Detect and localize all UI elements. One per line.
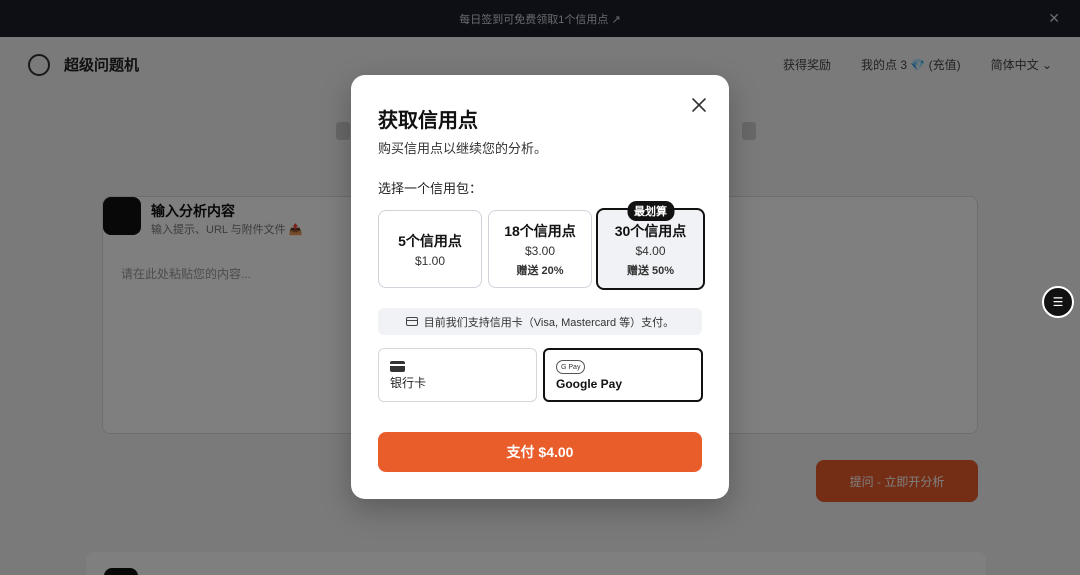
pay-button[interactable]: 支付 $4.00 bbox=[378, 432, 702, 472]
package-name: 5个信用点 bbox=[398, 232, 462, 249]
modal-title: 获取信用点 bbox=[378, 110, 478, 132]
floating-menu-button[interactable]: ☰ bbox=[1042, 286, 1074, 318]
package-option-18[interactable]: 18个信用点 $3.00 赠送 20% bbox=[488, 210, 592, 288]
modal-subtitle: 购买信用点以继续您的分析。 bbox=[378, 141, 548, 156]
package-name: 30个信用点 bbox=[614, 222, 687, 239]
package-option-5[interactable]: 5个信用点 $1.00 bbox=[378, 210, 482, 288]
payment-option-card[interactable]: 银行卡 bbox=[378, 348, 537, 402]
package-label: 选择一个信用包： bbox=[378, 181, 483, 196]
menu-icon: ☰ bbox=[1052, 295, 1064, 309]
payment-note: 目前我们支持信用卡（Visa, Mastercard 等）支付。 bbox=[378, 308, 702, 335]
payment-label: 银行卡 bbox=[390, 376, 427, 390]
package-bonus: 赠送 50% bbox=[626, 264, 675, 277]
payment-label: Google Pay bbox=[556, 377, 623, 391]
payment-note-text: 目前我们支持信用卡（Visa, Mastercard 等）支付。 bbox=[423, 316, 675, 329]
credit-card-icon bbox=[405, 317, 418, 326]
package-price: $1.00 bbox=[414, 253, 446, 268]
payment-option-google-pay[interactable]: G Pay Google Pay bbox=[543, 348, 703, 402]
package-name: 18个信用点 bbox=[504, 222, 576, 239]
package-price: $4.00 bbox=[635, 243, 666, 258]
best-value-badge: 最划算 bbox=[627, 201, 674, 221]
credit-card-icon bbox=[390, 361, 405, 372]
package-price: $3.00 bbox=[524, 243, 556, 258]
package-option-30[interactable]: 最划算 30个信用点 $4.00 赠送 50% bbox=[596, 201, 705, 290]
credits-modal: 获取信用点 购买信用点以继续您的分析。 选择一个信用包： 5个信用点 $1.00… bbox=[351, 75, 729, 499]
close-icon[interactable] bbox=[689, 95, 709, 115]
google-pay-icon: G Pay bbox=[556, 360, 586, 374]
package-bonus: 赠送 20% bbox=[516, 264, 564, 277]
